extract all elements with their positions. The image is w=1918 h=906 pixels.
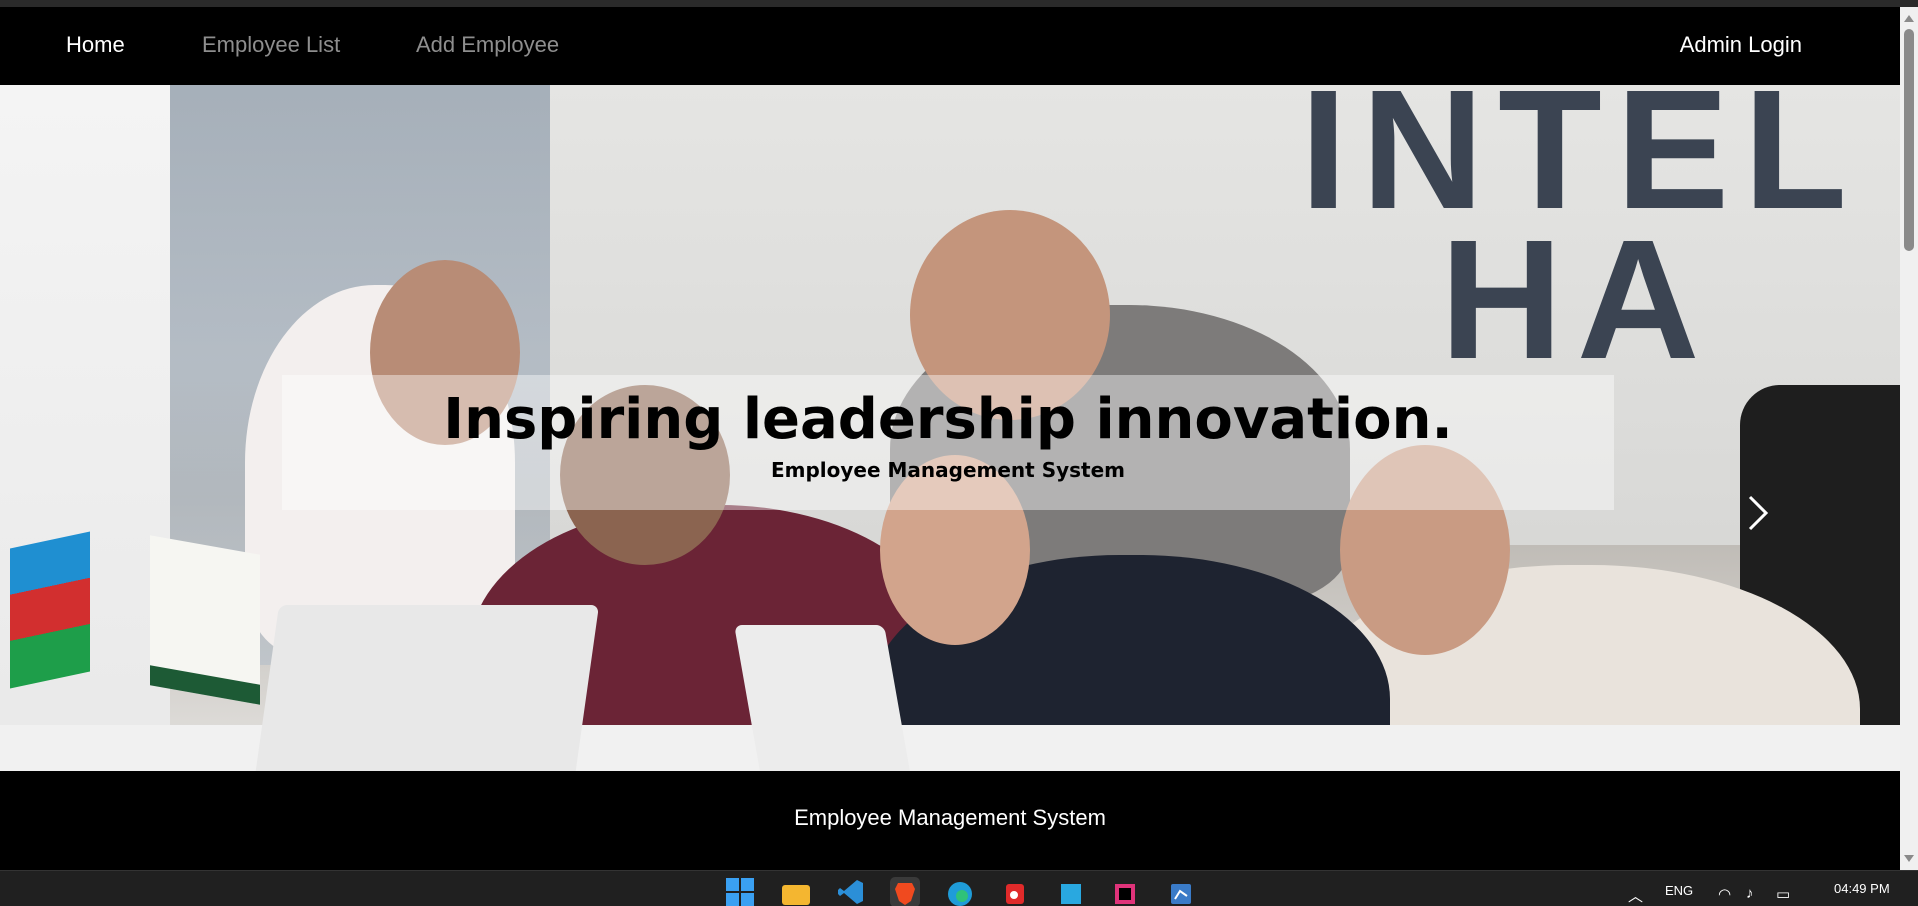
- intellij-idea-icon[interactable]: [1110, 877, 1140, 906]
- vscode-icon[interactable]: [836, 877, 866, 906]
- hero-photo-flag: [150, 535, 260, 705]
- edge-browser-icon[interactable]: [945, 877, 975, 906]
- language-indicator[interactable]: ENG: [1665, 883, 1693, 898]
- chevron-up-icon[interactable]: ︿: [1628, 885, 1643, 906]
- scrollbar-thumb[interactable]: [1904, 29, 1914, 251]
- carousel-caption-title: Inspiring leadership innovation.: [443, 387, 1453, 452]
- file-explorer-icon[interactable]: [780, 877, 810, 906]
- app-icon[interactable]: [1000, 877, 1030, 906]
- hero-photo-laptop: [250, 605, 600, 771]
- footer: Employee Management System: [0, 771, 1900, 870]
- battery-icon[interactable]: ▭: [1776, 885, 1790, 903]
- nav-employee-list-link[interactable]: Employee List: [202, 32, 340, 58]
- page: Home Employee List Add Employee Admin Lo…: [0, 7, 1900, 870]
- volume-icon[interactable]: ♪: [1746, 885, 1754, 902]
- footer-text: Employee Management System: [794, 805, 1106, 830]
- wifi-icon[interactable]: ◠: [1718, 885, 1731, 903]
- scroll-down-arrow-icon[interactable]: [1904, 855, 1914, 862]
- chevron-right-icon: [1748, 495, 1769, 531]
- windows-start-icon[interactable]: [725, 877, 755, 906]
- hero-carousel: INTEL HA Inspiring leadership innovation…: [0, 85, 1900, 771]
- nav-add-employee-link[interactable]: Add Employee: [416, 32, 559, 58]
- nav-admin-login-link[interactable]: Admin Login: [1680, 32, 1802, 58]
- browser-top-strip: [0, 0, 1918, 7]
- scroll-up-arrow-icon[interactable]: [1904, 15, 1914, 22]
- navbar: Home Employee List Add Employee Admin Lo…: [0, 7, 1900, 85]
- carousel-next-button[interactable]: [1740, 483, 1776, 543]
- carousel-caption-subtitle: Employee Management System: [770, 458, 1126, 482]
- app-icon[interactable]: [1056, 877, 1086, 906]
- brave-browser-icon[interactable]: [890, 877, 920, 906]
- app-icon[interactable]: [1166, 877, 1196, 906]
- os-taskbar: ︿ ENG ◠ ♪ ▭ 04:49 PM: [0, 870, 1918, 906]
- clock-time[interactable]: 04:49 PM: [1834, 881, 1890, 896]
- page-scrollbar[interactable]: [1900, 7, 1918, 870]
- hero-photo-wall-lettering: INTEL HA: [1300, 85, 1862, 395]
- nav-home-link[interactable]: Home: [66, 32, 125, 58]
- hero-photo-flag: [10, 531, 90, 689]
